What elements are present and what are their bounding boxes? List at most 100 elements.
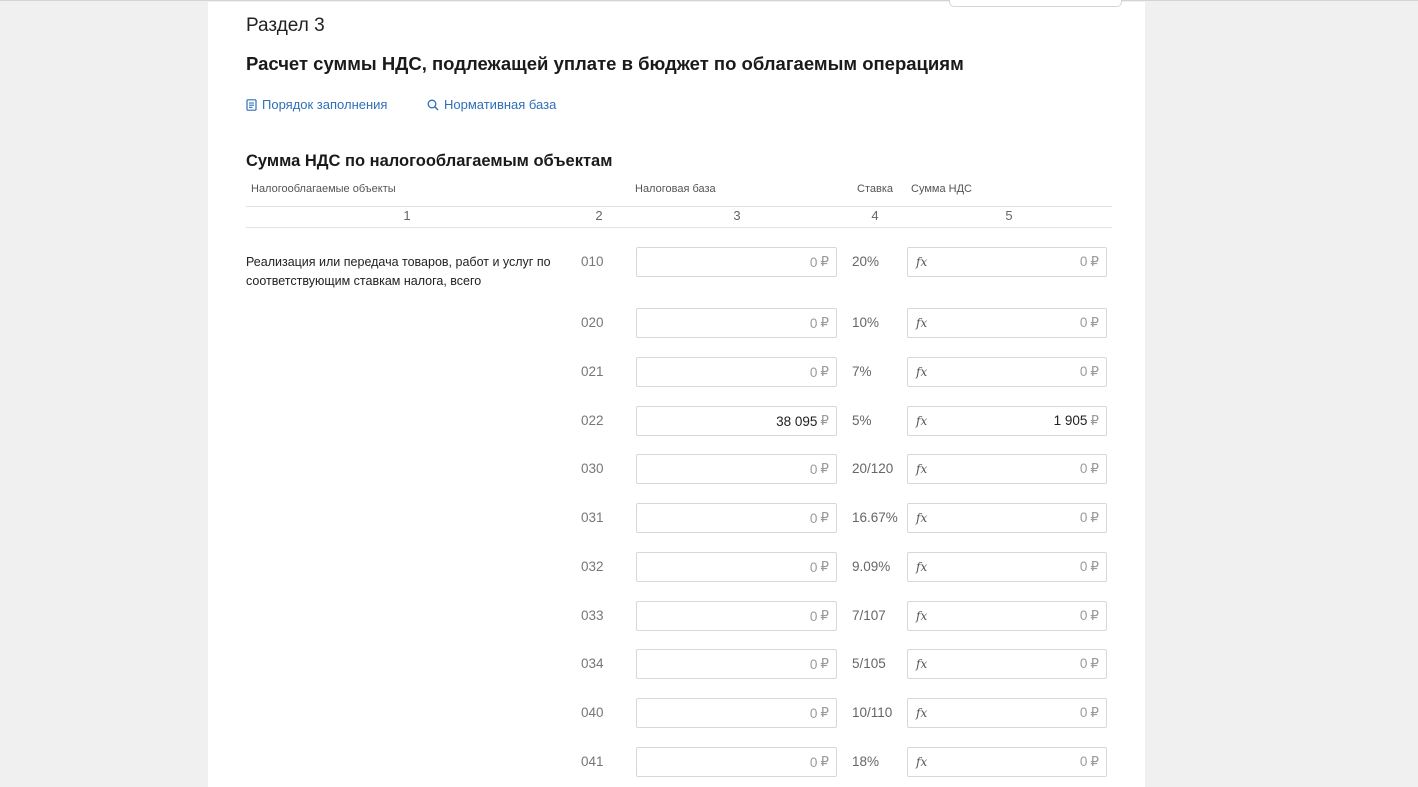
vat-sum-amount: 0 ₽ [1080, 656, 1099, 672]
tax-base-value: 0 [809, 608, 818, 624]
vat-sum-field[interactable]: fx 0 ₽ [907, 747, 1107, 777]
formula-icon: fx [916, 560, 928, 574]
vat-sum-value: 0 [1079, 754, 1088, 769]
row-code: 031 [581, 510, 604, 525]
vat-sum-field[interactable]: fx 1 905 ₽ [907, 406, 1107, 436]
vat-sum-value: 0 [1079, 510, 1088, 525]
vat-sum-value: 0 [1079, 315, 1088, 330]
formula-icon: fx [916, 316, 928, 330]
vat-sum-field[interactable]: fx 0 ₽ [907, 357, 1107, 387]
fill-order-link[interactable]: Порядок заполнения [246, 97, 387, 112]
col-number-5: 5 [1005, 208, 1013, 223]
ruble-sign: ₽ [820, 315, 829, 330]
tax-base-input[interactable]: 0 ₽ [636, 698, 837, 728]
ruble-sign: ₽ [820, 413, 829, 428]
vat-sum-field[interactable]: fx 0 ₽ [907, 503, 1107, 533]
row-rate: 7% [852, 364, 872, 379]
tax-base-input[interactable]: 0 ₽ [636, 357, 837, 387]
tax-base-value: 0 [809, 705, 818, 721]
row-code: 032 [581, 559, 604, 574]
regulatory-base-link-label: Нормативная база [444, 97, 557, 112]
header-divider [246, 206, 1112, 207]
fill-order-link-label: Порядок заполнения [262, 97, 388, 112]
tax-base-input[interactable]: 0 ₽ [636, 247, 837, 277]
tax-base-input[interactable]: 38 095 ₽ [636, 406, 837, 436]
vat-sum-amount: 0 ₽ [1080, 608, 1099, 624]
row-code: 022 [581, 413, 604, 428]
tax-base-value: 0 [809, 364, 818, 380]
col-number-3: 3 [733, 208, 741, 223]
vat-sum-field[interactable]: fx 0 ₽ [907, 454, 1107, 484]
vat-sum-value: 0 [1079, 705, 1088, 720]
vat-sum-value: 0 [1079, 656, 1088, 671]
document-icon [246, 98, 257, 111]
ruble-sign: ₽ [820, 656, 829, 671]
top-input-field[interactable] [949, 0, 1122, 7]
tax-base-value: 0 [809, 510, 818, 526]
ruble-sign: ₽ [1090, 656, 1099, 671]
formula-icon: fx [916, 365, 928, 379]
tax-base-input[interactable]: 0 ₽ [636, 747, 837, 777]
vat-sum-field[interactable]: fx 0 ₽ [907, 308, 1107, 338]
ruble-sign: ₽ [820, 364, 829, 379]
ruble-sign: ₽ [1090, 559, 1099, 574]
header-objects: Налогооблагаемые объекты [251, 183, 396, 195]
vat-sum-amount: 0 ₽ [1080, 510, 1099, 526]
vat-sum-field[interactable]: fx 0 ₽ [907, 247, 1107, 277]
ruble-sign: ₽ [820, 461, 829, 476]
ruble-sign: ₽ [1090, 510, 1099, 525]
table-subtitle: Сумма НДС по налогооблагаемым объектам [246, 152, 613, 170]
vat-sum-value: 0 [1079, 364, 1088, 379]
taxable-objects-label: Реализация или передача товаров, работ и… [246, 255, 551, 288]
tax-base-input[interactable]: 0 ₽ [636, 454, 837, 484]
regulatory-base-link[interactable]: Нормативная база [427, 97, 556, 112]
section-label: Раздел 3 [246, 15, 325, 36]
tax-base-value: 0 [809, 754, 818, 770]
formula-icon: fx [916, 755, 928, 769]
formula-icon: fx [916, 657, 928, 671]
ruble-sign: ₽ [1090, 608, 1099, 623]
vat-sum-field[interactable]: fx 0 ₽ [907, 649, 1107, 679]
tax-base-input[interactable]: 0 ₽ [636, 308, 837, 338]
vat-sum-value: 0 [1079, 254, 1088, 269]
formula-icon: fx [916, 255, 928, 269]
tax-base-input[interactable]: 0 ₽ [636, 649, 837, 679]
vat-sum-amount: 0 ₽ [1080, 559, 1099, 575]
vat-sum-amount: 0 ₽ [1080, 315, 1099, 331]
ruble-sign: ₽ [1090, 254, 1099, 269]
row-rate: 9.09% [852, 559, 891, 574]
row-code: 041 [581, 754, 604, 769]
tax-base-value: 38 095 [776, 413, 818, 429]
vat-sum-field[interactable]: fx 0 ₽ [907, 698, 1107, 728]
vat-sum-value: 0 [1079, 559, 1088, 574]
col-number-4: 4 [871, 208, 879, 223]
vat-sum-amount: 0 ₽ [1080, 754, 1099, 770]
ruble-sign: ₽ [1090, 754, 1099, 769]
row-code: 010 [581, 254, 604, 269]
row-rate: 10% [852, 315, 880, 330]
section-title: Расчет суммы НДС, подлежащей уплате в бю… [246, 53, 964, 74]
numbers-divider [246, 227, 1112, 228]
tax-base-value: 0 [809, 461, 818, 477]
row-rate: 20% [852, 254, 880, 269]
row-code: 020 [581, 315, 604, 330]
row-rate: 18% [852, 754, 880, 769]
ruble-sign: ₽ [1090, 315, 1099, 330]
tax-base-input[interactable]: 0 ₽ [636, 601, 837, 631]
tax-base-input[interactable]: 0 ₽ [636, 503, 837, 533]
tax-base-input[interactable]: 0 ₽ [636, 552, 837, 582]
col-number-1: 1 [403, 208, 411, 223]
ruble-sign: ₽ [1090, 364, 1099, 379]
vat-sum-field[interactable]: fx 0 ₽ [907, 552, 1107, 582]
formula-icon: fx [916, 414, 928, 428]
vat-sum-field[interactable]: fx 0 ₽ [907, 601, 1107, 631]
tax-base-value: 0 [809, 315, 818, 331]
ruble-sign: ₽ [820, 608, 829, 623]
row-rate: 7/107 [852, 608, 886, 623]
tax-base-value: 0 [809, 254, 818, 270]
formula-icon: fx [916, 462, 928, 476]
formula-icon: fx [916, 609, 928, 623]
vat-sum-amount: 0 ₽ [1080, 254, 1099, 270]
vat-sum-value: 1 905 [1053, 413, 1088, 428]
ruble-sign: ₽ [1090, 413, 1099, 428]
